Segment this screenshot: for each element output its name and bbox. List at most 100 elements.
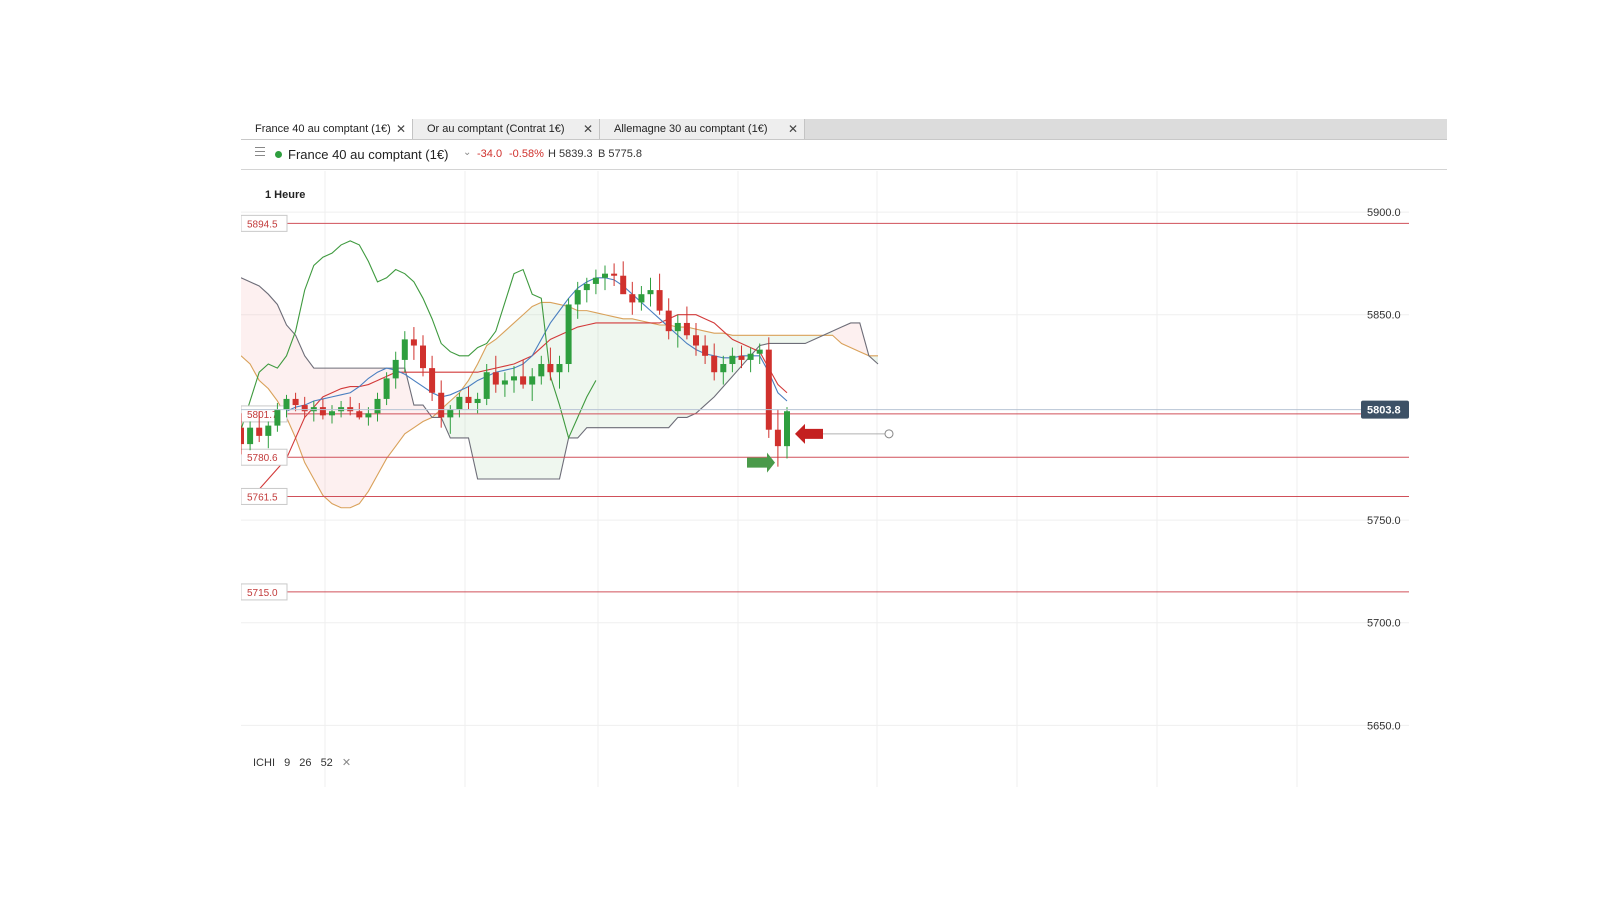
candle-body <box>265 425 272 436</box>
candle-body <box>602 273 608 278</box>
ichimoku-cloud <box>432 302 833 479</box>
candle-body <box>401 339 408 360</box>
low-price: B 5775.8 <box>598 148 643 160</box>
tab-label: France 40 au comptant (1€) <box>255 123 391 135</box>
candle-body <box>765 349 772 430</box>
candle-body <box>329 411 335 416</box>
candle-body <box>438 392 445 418</box>
candle-body <box>511 376 517 381</box>
candle-body <box>392 359 399 379</box>
trading-app: France 40 au comptant (1€) ✕ Or au compt… <box>241 119 1447 787</box>
instrument-header: France 40 au comptant (1€) ⌄ -34.0 -0.58… <box>241 139 1447 170</box>
candle-body <box>383 378 390 399</box>
candle-body <box>501 380 508 385</box>
indicator-close-icon[interactable]: ✕ <box>342 757 351 769</box>
candle-body <box>465 396 472 404</box>
candle-body <box>665 310 672 332</box>
candle-body <box>738 355 745 360</box>
tab-label: Or au comptant (Contrat 1€) <box>427 123 565 135</box>
candle-body <box>565 304 572 365</box>
instrument-name[interactable]: France 40 au comptant (1€) <box>288 147 448 162</box>
level-label: 5761.5 <box>247 492 278 503</box>
indicator-legend: ICHI 9 26 52 ✕ <box>253 756 357 769</box>
close-icon[interactable]: ✕ <box>396 119 406 139</box>
indicator-param-2: 26 <box>299 757 312 769</box>
candle-body <box>365 413 372 418</box>
candle-body <box>256 427 263 436</box>
candle-body <box>374 398 381 414</box>
indicator-param-3: 52 <box>320 757 333 769</box>
close-icon[interactable]: ✕ <box>788 119 798 139</box>
candle-body <box>756 349 763 354</box>
candle-body <box>319 407 326 416</box>
candle-body <box>592 277 599 284</box>
candle-body <box>292 398 299 406</box>
ichimoku-cloud <box>241 277 433 508</box>
candle-body <box>693 335 699 346</box>
order-handle <box>884 429 894 439</box>
candle-body <box>247 427 254 445</box>
indicator-param-1: 9 <box>284 757 291 769</box>
candle-body <box>301 405 308 412</box>
candle-body <box>774 429 781 447</box>
indicator-name[interactable]: ICHI <box>253 757 275 769</box>
tab-bar: France 40 au comptant (1€) ✕ Or au compt… <box>241 119 1447 140</box>
candle-body <box>410 339 417 346</box>
candle-body <box>429 368 436 393</box>
candle-body <box>547 364 554 373</box>
last-price-label: 5803.8 <box>1367 405 1401 417</box>
y-tick-label: 5900.0 <box>1367 207 1401 219</box>
exit-arrow-icon <box>795 423 823 444</box>
candle-body <box>720 364 727 373</box>
level-label: 5801.7 <box>247 410 278 421</box>
candle-body <box>611 273 618 276</box>
entry-arrow-icon <box>747 452 775 473</box>
y-tick-label: 5650.0 <box>1367 720 1401 732</box>
candle-body <box>474 398 481 404</box>
candle-body <box>529 376 536 385</box>
candle-body <box>483 372 490 399</box>
candle-body <box>492 372 499 385</box>
market-status-dot <box>275 151 282 158</box>
candle-body <box>702 345 709 356</box>
price-chart[interactable]: 5894.5 5801.7 5780.6 5761.5 5715.0 5803.8 5900… <box>241 171 1447 787</box>
candle-body <box>356 411 363 418</box>
candle-body <box>420 345 426 369</box>
price-change-percent: -0.58% <box>509 148 544 160</box>
close-icon[interactable]: ✕ <box>583 119 593 139</box>
candle-body <box>729 355 736 365</box>
candle-body <box>520 376 527 385</box>
timeframe-selector[interactable]: 1 Heure <box>265 189 305 201</box>
candle-body <box>647 290 654 295</box>
candle-body <box>583 283 590 291</box>
ichimoku-cloud <box>832 322 869 356</box>
candle-body <box>747 353 754 360</box>
y-tick-label: 5700.0 <box>1367 618 1401 630</box>
y-tick-label: 5850.0 <box>1367 310 1401 322</box>
y-tick-label: 5750.0 <box>1367 515 1401 527</box>
candle-body <box>683 322 690 336</box>
candle-body <box>283 398 290 410</box>
candle-body <box>629 294 636 303</box>
level-label: 5780.6 <box>247 453 278 464</box>
candle-body <box>784 411 790 447</box>
level-label: 5715.0 <box>247 588 278 599</box>
tab-allemagne-30[interactable]: Allemagne 30 au comptant (1€) ✕ <box>600 119 805 139</box>
candle-body <box>574 290 581 305</box>
tab-label: Allemagne 30 au comptant (1€) <box>614 123 768 135</box>
candle-body <box>556 364 563 373</box>
hamburger-menu-icon[interactable] <box>255 147 265 156</box>
tab-or-au-comptant[interactable]: Or au comptant (Contrat 1€) ✕ <box>413 119 600 139</box>
candle-body <box>241 427 244 445</box>
candle-body <box>674 322 681 332</box>
level-label: 5894.5 <box>247 219 278 230</box>
candle-body <box>638 294 645 303</box>
chevron-down-icon[interactable]: ⌄ <box>463 147 471 158</box>
candle-body <box>447 409 454 418</box>
candle-body <box>656 290 663 311</box>
tab-france-40[interactable]: France 40 au comptant (1€) ✕ <box>241 119 413 139</box>
candle-body <box>538 364 545 377</box>
candle-body <box>620 275 627 295</box>
high-price: H 5839.3 <box>548 148 593 160</box>
candle-body <box>274 409 281 426</box>
